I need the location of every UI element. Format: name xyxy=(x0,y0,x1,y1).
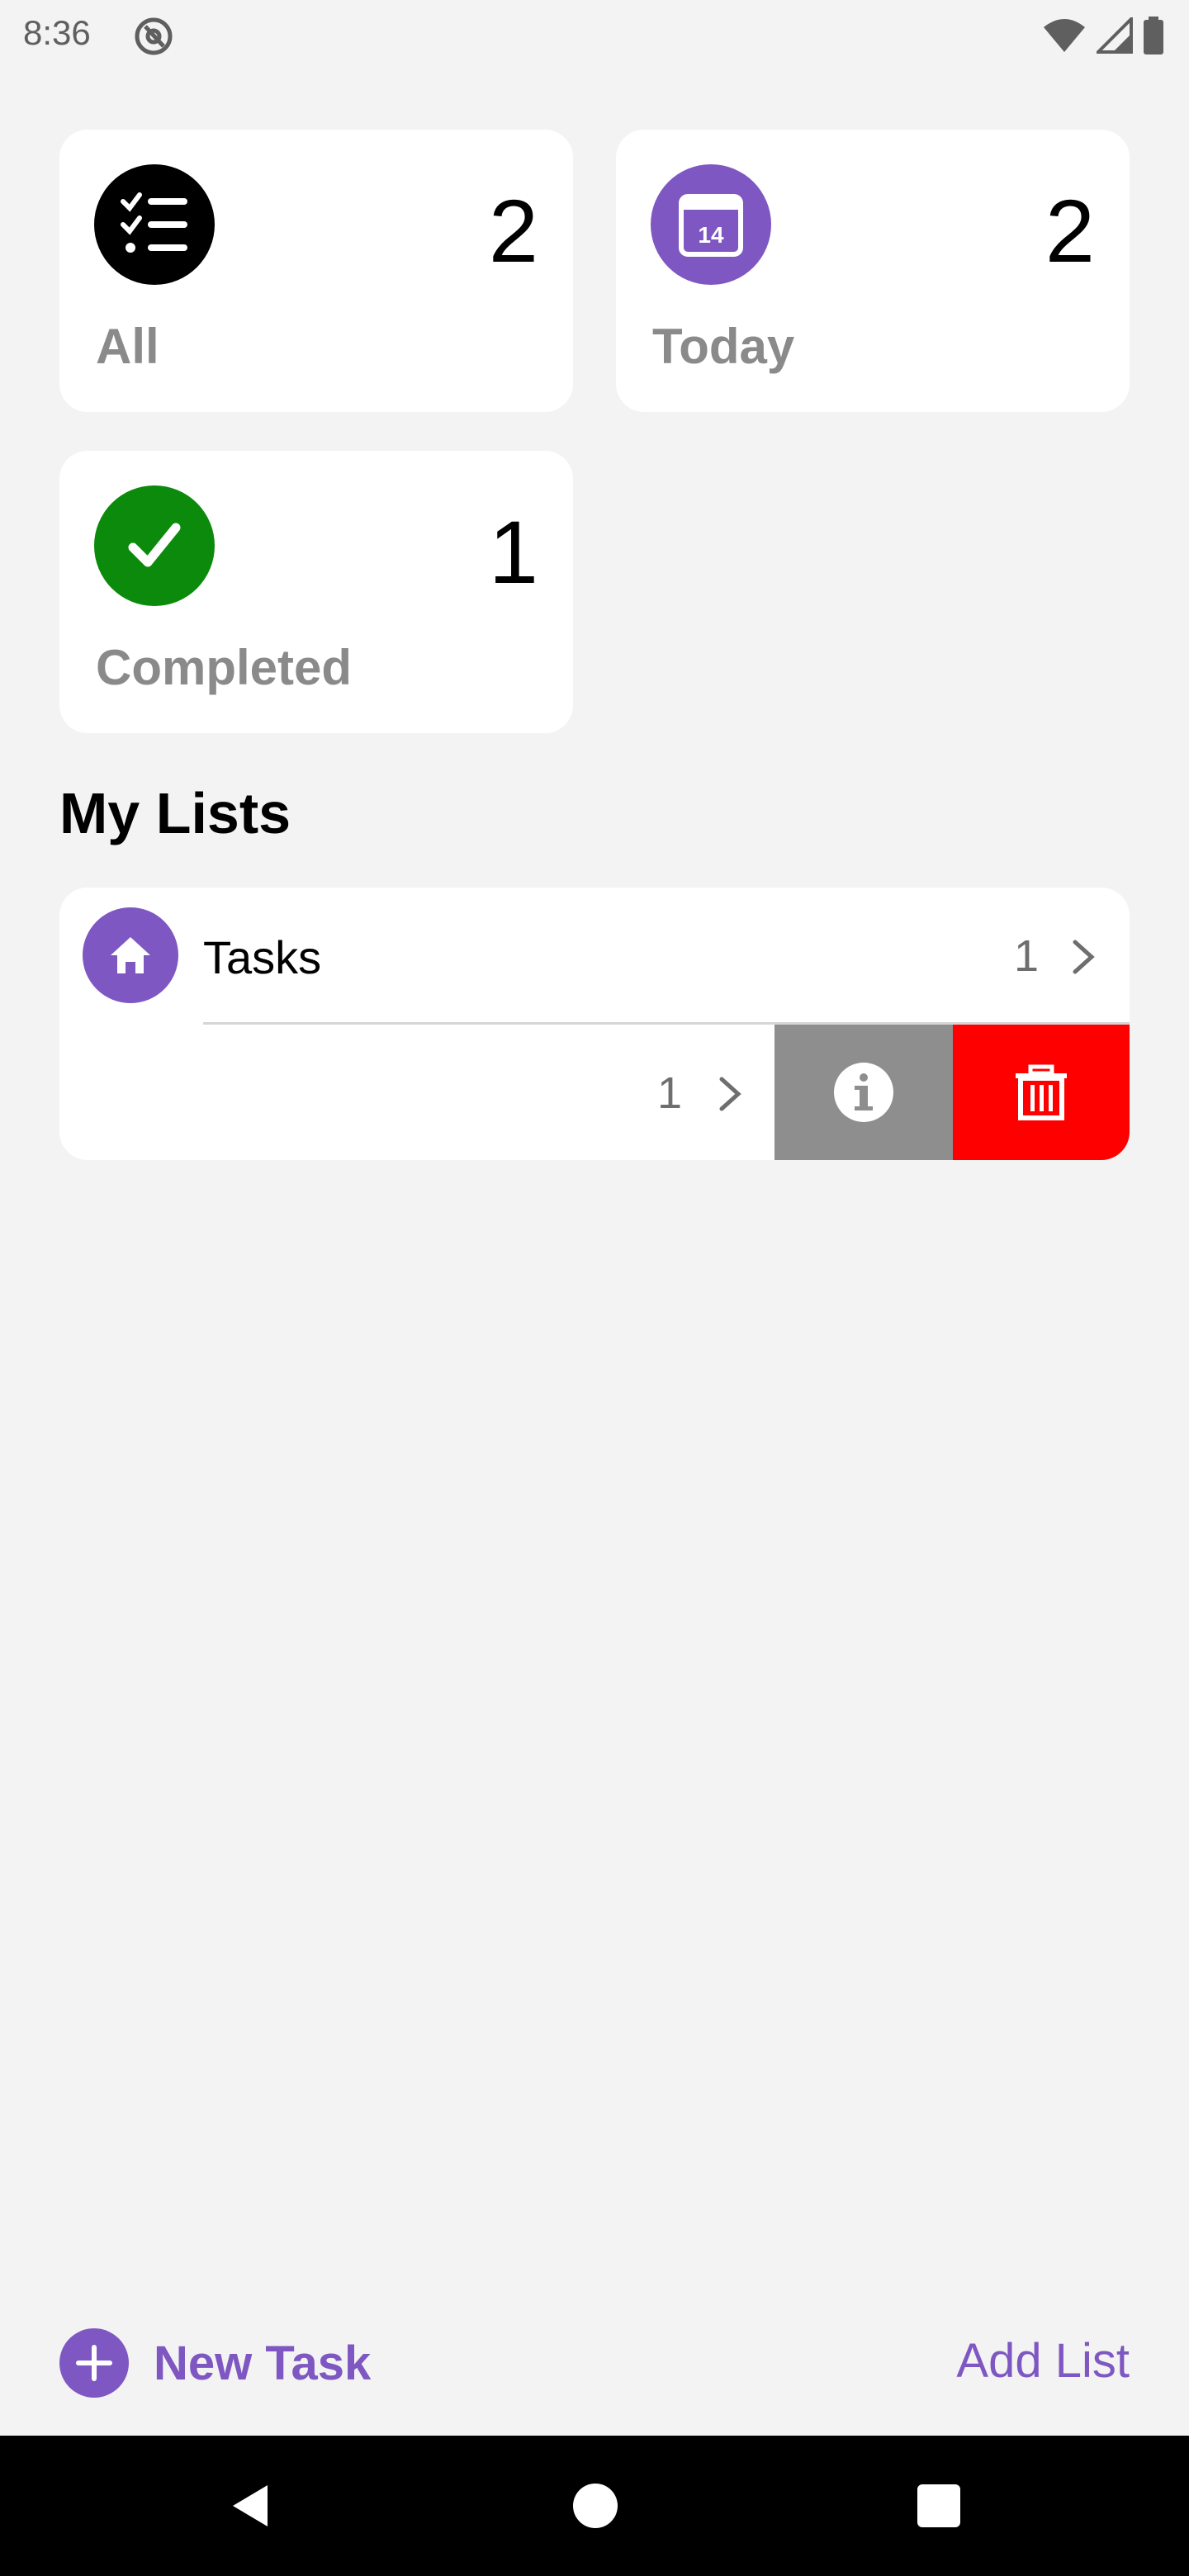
checkmark-icon xyxy=(94,485,215,606)
plus-circle-icon xyxy=(59,2328,129,2398)
list-item-count: 1 xyxy=(1013,931,1039,981)
new-task-button[interactable]: New Task xyxy=(59,2328,371,2398)
home-icon xyxy=(83,907,178,1003)
today-label: Today xyxy=(652,319,795,374)
checklist-icon xyxy=(94,164,215,285)
new-task-label: New Task xyxy=(154,2336,372,2390)
status-bar: 8:36 xyxy=(0,0,1189,71)
today-card[interactable]: 14 2 Today xyxy=(616,130,1130,412)
status-time: 8:36 xyxy=(23,13,91,52)
my-lists-panel: Tasks 1 1 xyxy=(59,888,1130,1160)
all-label: All xyxy=(96,319,159,374)
cell-signal-icon xyxy=(1097,17,1133,54)
today-count: 2 xyxy=(1045,181,1095,281)
bottom-toolbar: New Task Add List xyxy=(0,2304,1189,2419)
completed-label: Completed xyxy=(96,640,353,695)
completed-count: 1 xyxy=(488,502,538,602)
wifi-icon xyxy=(1044,19,1085,52)
home-button-icon[interactable] xyxy=(566,2477,624,2535)
calendar-day: 14 xyxy=(698,222,724,248)
status-indicators xyxy=(1042,15,1164,56)
chevron-right-icon xyxy=(1073,940,1095,974)
chevron-right-icon xyxy=(719,1077,741,1111)
list-item-swiped[interactable]: 1 xyxy=(59,1025,1130,1160)
list-item-tasks[interactable]: Tasks 1 xyxy=(59,888,1130,1025)
list-item-label: Tasks xyxy=(203,931,322,983)
completed-card[interactable]: 1 Completed xyxy=(59,451,573,733)
all-card[interactable]: 2 All xyxy=(59,130,573,412)
my-lists-title: My Lists xyxy=(59,781,291,845)
at-sign-notification-icon xyxy=(135,17,173,55)
info-icon xyxy=(834,1063,893,1122)
info-button[interactable] xyxy=(775,1025,953,1160)
add-list-button[interactable]: Add List xyxy=(956,2333,1130,2389)
battery-icon xyxy=(1144,17,1163,54)
recents-icon[interactable] xyxy=(910,2477,968,2535)
calendar-icon: 14 xyxy=(651,164,771,285)
list-item-count: 1 xyxy=(657,1068,683,1118)
back-icon[interactable] xyxy=(221,2477,279,2535)
system-navigation-bar xyxy=(0,2436,1189,2576)
trash-icon xyxy=(1016,1064,1067,1120)
delete-button[interactable] xyxy=(953,1025,1130,1160)
all-count: 2 xyxy=(488,181,538,281)
